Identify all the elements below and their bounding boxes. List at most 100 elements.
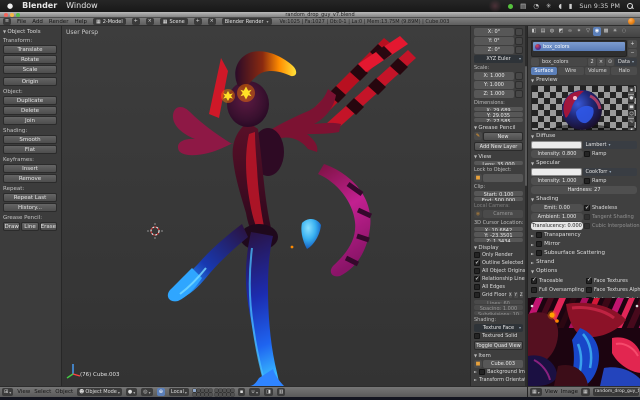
tab-texture[interactable]: ▩ <box>602 27 610 36</box>
cursor-x-field[interactable]: X: 10.6842 <box>474 227 523 231</box>
menu-help[interactable]: Help <box>74 18 87 26</box>
outline-selected-checkbox[interactable] <box>474 260 480 266</box>
grease-pencil-panel-header[interactable]: Grease Pencil <box>474 125 523 131</box>
options-panel-header[interactable]: Options <box>531 267 637 275</box>
layer-toggle[interactable] <box>223 389 226 392</box>
layer-toggle[interactable] <box>209 393 212 396</box>
screen-layout-selector[interactable]: ▦ 2-Model <box>93 18 126 25</box>
preview-hair-button[interactable]: ∿ <box>628 119 635 126</box>
viewport-3d[interactable]: User Persp (76) Cube.003 <box>62 26 470 386</box>
layer-toggle[interactable] <box>219 393 222 396</box>
scale-z-field[interactable]: Z: 1.000 <box>474 90 514 98</box>
layer-toggle[interactable] <box>223 393 226 396</box>
hardness-slider[interactable]: Hardness: 27 <box>531 186 637 194</box>
ambient-slider[interactable]: Ambient: 1.000 <box>531 213 583 221</box>
menu-file[interactable]: File <box>17 18 26 26</box>
specular-ramp-checkbox[interactable] <box>584 178 590 184</box>
material-users-button[interactable]: 2 <box>588 58 596 66</box>
layer-toggle[interactable] <box>231 389 234 392</box>
editor-type-3d-icon[interactable]: ⊞ <box>2 388 13 396</box>
tab-modifiers[interactable]: ✶ <box>575 27 583 36</box>
rotation-x-field[interactable]: X: 0° <box>474 28 514 36</box>
preview-sky-button[interactable]: ◖ <box>628 127 635 131</box>
dimension-x-field[interactable]: X: 29.689 <box>474 107 523 111</box>
tab-object[interactable]: ◩ <box>557 27 565 36</box>
layer-toggle[interactable] <box>209 389 212 392</box>
toggle-quad-view-button[interactable]: Toggle Quad View <box>474 341 523 350</box>
layer-toggle[interactable] <box>227 393 230 396</box>
texture-image-view[interactable] <box>528 298 640 386</box>
status-icon-5[interactable]: ▮ <box>569 0 573 12</box>
rotation-z-field[interactable]: Z: 0° <box>474 46 514 54</box>
item-name-field[interactable]: Cube.003 <box>483 360 523 368</box>
background-images-checkbox[interactable] <box>479 369 485 375</box>
preview-monkey-button[interactable]: ☺ <box>628 111 635 118</box>
material-link-dropdown[interactable]: Data <box>615 58 637 66</box>
render-opengl-anim-button[interactable]: ▥ <box>277 388 286 396</box>
slot-remove-button[interactable]: − <box>628 49 637 57</box>
tool-shelf-title[interactable]: Object Tools <box>3 29 57 35</box>
layer-toggle[interactable] <box>197 393 200 396</box>
minimize-window-button[interactable] <box>10 13 14 17</box>
rotation-mode-dropdown[interactable]: XYZ Euler <box>474 55 523 63</box>
grease-line-button[interactable]: Line <box>21 222 38 231</box>
sss-checkbox[interactable] <box>536 250 542 256</box>
material-unlink-button[interactable]: × <box>597 58 605 66</box>
rotate-button[interactable]: Rotate <box>3 55 57 64</box>
scene-add-button[interactable]: + <box>194 18 202 25</box>
tab-render[interactable]: ◧ <box>530 27 538 36</box>
specular-shader-dropdown[interactable]: CookTorr <box>583 168 638 176</box>
tab-wire[interactable]: Wire <box>558 67 584 75</box>
layer-toggle[interactable] <box>201 389 204 392</box>
uv-menu-image[interactable]: Image <box>561 389 578 395</box>
uv-menu-view[interactable]: View <box>545 389 558 395</box>
join-button[interactable]: Join <box>3 116 57 125</box>
dimension-y-field[interactable]: Y: 29.035 <box>474 112 523 116</box>
all-edges-checkbox[interactable] <box>474 284 480 290</box>
duplicate-button[interactable]: Duplicate <box>3 96 57 105</box>
clip-end-field[interactable]: End: 500.000 <box>474 197 523 201</box>
flat-button[interactable]: Flat <box>3 145 57 154</box>
shadeless-checkbox[interactable] <box>584 205 590 211</box>
image-name-field[interactable]: random_drop_guy_tex <box>593 388 639 396</box>
insert-keyframe-button[interactable]: Insert <box>3 164 57 173</box>
sss-panel-header[interactable]: Subsurface Scattering <box>531 249 637 257</box>
layout-delete-button[interactable]: × <box>146 18 154 25</box>
grid-floor-checkbox[interactable] <box>474 292 480 298</box>
specular-color-swatch[interactable] <box>531 168 582 176</box>
shading-panel-header[interactable]: Shading <box>531 195 637 203</box>
menu-view[interactable]: View <box>17 389 30 395</box>
full-oversampling-checkbox[interactable] <box>531 287 537 293</box>
transform-orientation-dropdown[interactable]: Local <box>169 388 189 396</box>
tab-world[interactable]: ◍ <box>548 27 556 36</box>
tab-physics[interactable]: ◌ <box>620 27 628 36</box>
lock-icon[interactable] <box>515 37 523 45</box>
status-icon-2[interactable]: ◔ <box>533 0 539 12</box>
axis-x-toggle[interactable]: X <box>509 292 512 298</box>
clip-start-field[interactable]: Start: 0.100 <box>474 191 523 195</box>
delete-button[interactable]: Delete <box>3 106 57 115</box>
mirror-panel-header[interactable]: Mirror <box>531 240 637 248</box>
axis-y-toggle[interactable]: Y <box>514 292 517 298</box>
lock-icon[interactable] <box>515 28 523 36</box>
material-name-field[interactable]: box_colors <box>540 58 587 66</box>
lock-icon[interactable] <box>515 46 523 54</box>
mode-dropdown[interactable]: ☻ Object Mode <box>77 388 122 396</box>
status-icon-4[interactable]: ◖ <box>558 0 561 12</box>
history-button[interactable]: History... <box>3 203 57 212</box>
apple-menu-icon[interactable]: ● <box>7 0 13 12</box>
scale-x-field[interactable]: X: 1.000 <box>474 72 514 80</box>
status-green-icon[interactable] <box>508 4 513 9</box>
diffuse-shader-dropdown[interactable]: Lambert <box>583 141 638 149</box>
all-object-origins-checkbox[interactable] <box>474 268 480 274</box>
viewport-shading-dropdown[interactable]: ● <box>126 388 137 396</box>
app-menu-window[interactable]: Window <box>66 0 98 12</box>
transparency-checkbox[interactable] <box>536 232 542 238</box>
lens-field[interactable]: Lens: 35.000 <box>474 161 523 165</box>
manipulator-toggle[interactable]: ⊕ <box>157 388 165 396</box>
transparency-panel-header[interactable]: Transparency <box>531 231 637 239</box>
tangent-shading-checkbox[interactable] <box>584 214 590 220</box>
display-panel-header[interactable]: Display <box>474 245 523 251</box>
remove-keyframe-button[interactable]: Remove <box>3 174 57 183</box>
add-new-layer-button[interactable]: Add New Layer <box>474 142 523 151</box>
